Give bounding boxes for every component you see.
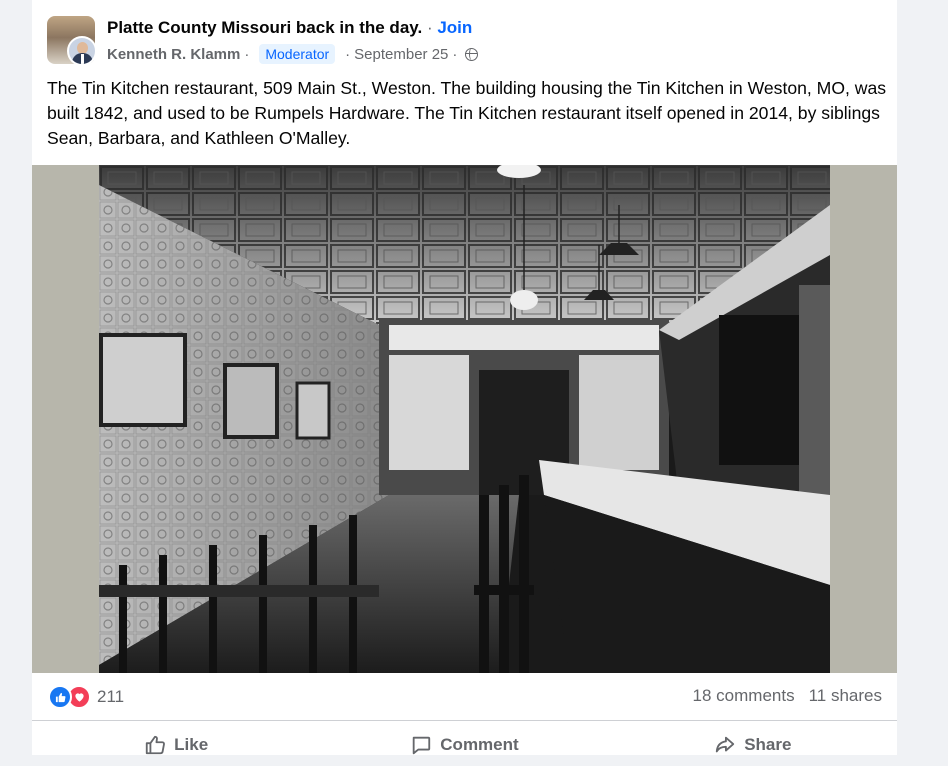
action-bar: Like Comment Share [32,720,897,766]
post-title-line: Platte County Missouri back in the day. … [107,18,472,38]
share-label: Share [744,734,792,754]
engagement-stats: 18 comments 11 shares [693,686,882,706]
moderator-badge: Moderator [259,44,336,64]
reactions-summary[interactable]: 211 [48,684,124,710]
post-date[interactable]: September 25 [354,46,448,63]
share-arrow-icon [716,736,735,752]
photo-frame[interactable] [32,165,897,673]
title-separator: · [426,18,433,37]
comments-count[interactable]: 18 comments [693,686,795,705]
post-card: Platte County Missouri back in the day. … [32,0,897,755]
meta-separator: · [345,45,351,63]
meta-separator: · [244,45,250,63]
comment-button[interactable]: Comment [320,721,608,766]
like-button[interactable]: Like [32,721,320,766]
user-avatar[interactable] [67,36,97,66]
globe-icon [465,47,479,61]
group-name-link[interactable]: Platte County Missouri back in the day. [107,18,422,37]
comment-label: Comment [440,734,519,754]
share-button[interactable]: Share [609,721,897,766]
reaction-count: 211 [97,687,125,706]
author-name[interactable]: Kenneth R. Klamm [107,46,240,63]
meta-separator: · [452,45,458,63]
join-button[interactable]: Join [437,18,472,37]
post-text: The Tin Kitchen restaurant, 509 Main St.… [47,78,887,148]
shares-count[interactable]: 11 shares [809,686,882,705]
thumbs-up-icon [145,735,166,754]
post-photo[interactable] [99,165,830,673]
restaurant-interior-photo [99,165,830,673]
like-reaction-icon [48,685,72,709]
post-header: Platte County Missouri back in the day. … [47,16,887,66]
post-meta: Kenneth R. Klamm · Moderator · September… [107,44,479,64]
comment-bubble-icon [413,736,431,754]
like-label: Like [174,734,209,754]
